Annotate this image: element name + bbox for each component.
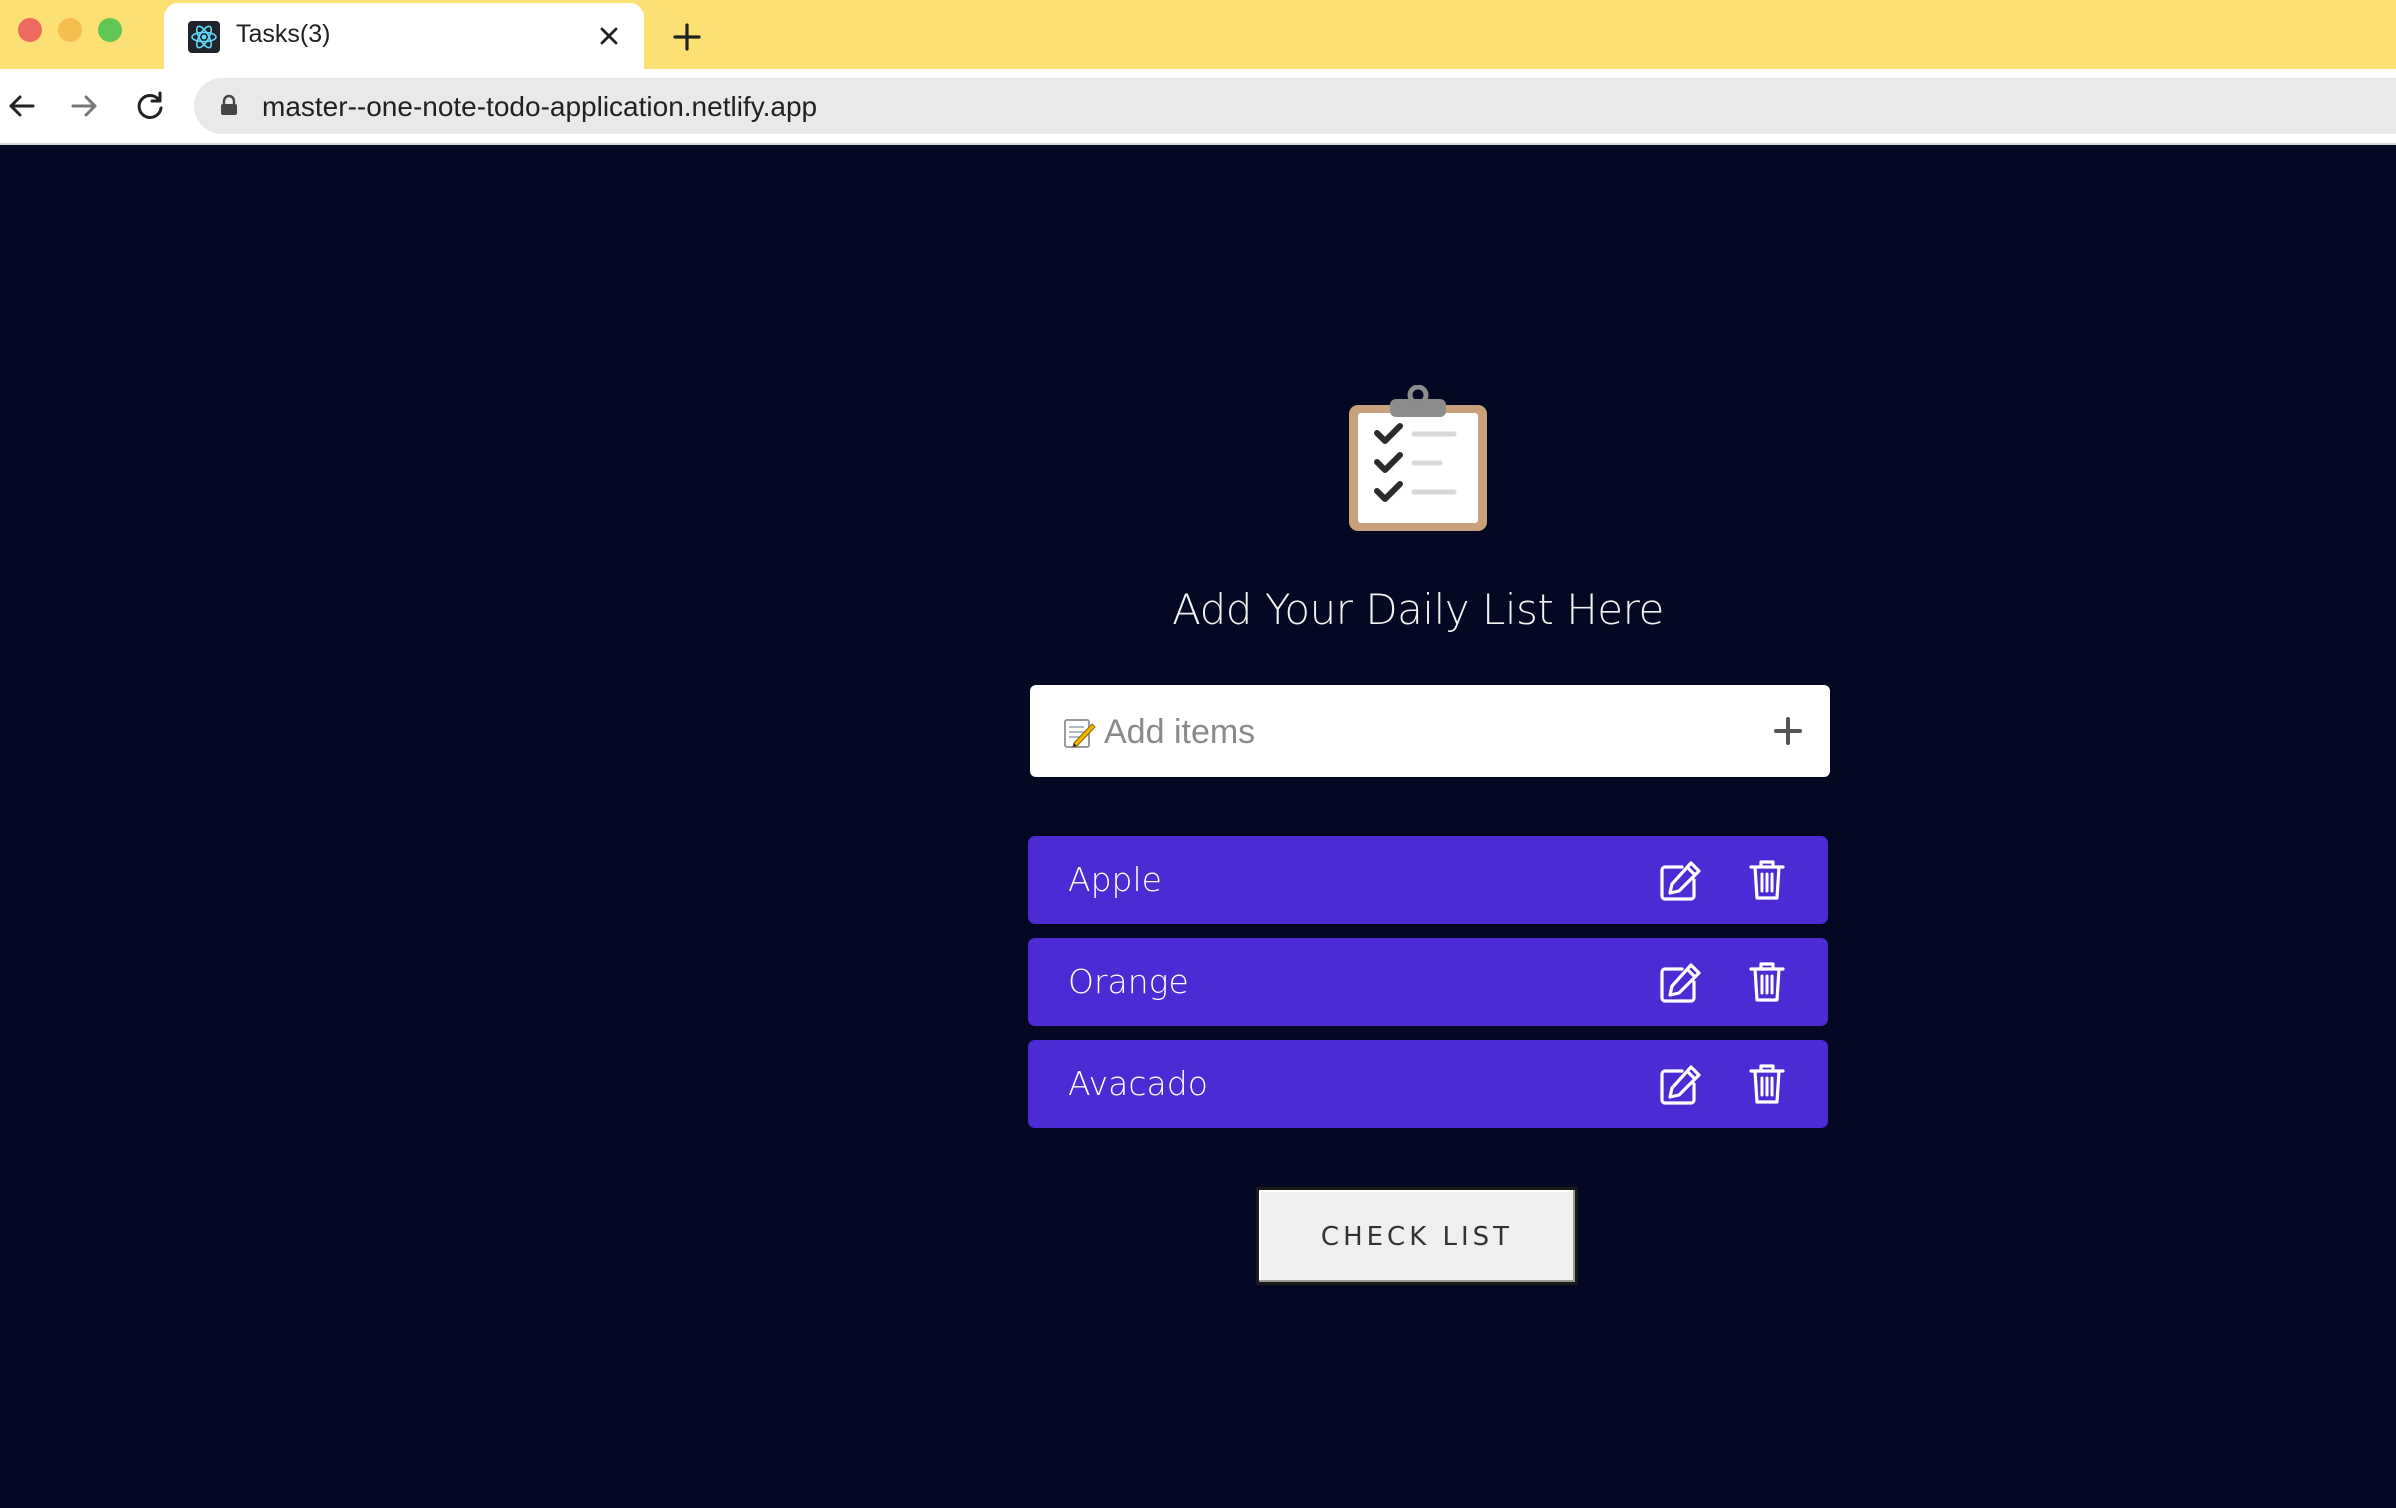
back-arrow-icon[interactable] — [4, 89, 38, 123]
todo-app: Add Your Daily List Here Apple — [0, 145, 2396, 1508]
edit-icon[interactable] — [1658, 860, 1702, 902]
list-item-label: Apple — [1068, 860, 1162, 899]
url-bar[interactable]: master--one-note-todo-application.netlif… — [194, 78, 2396, 134]
browser-tab[interactable]: Tasks(3) — [164, 3, 644, 69]
lock-icon — [221, 94, 237, 115]
reload-icon[interactable] — [133, 89, 167, 123]
forward-arrow-icon[interactable] — [68, 89, 102, 123]
trash-icon[interactable] — [1748, 1062, 1786, 1106]
trash-icon[interactable] — [1748, 858, 1786, 902]
list-item: Apple — [1028, 836, 1828, 924]
list-item-label: Avacado — [1068, 1064, 1208, 1103]
address-bar: master--one-note-todo-application.netlif… — [0, 69, 2396, 145]
url-text: master--one-note-todo-application.netlif… — [262, 91, 818, 122]
add-item-input[interactable] — [1102, 705, 1746, 759]
page-heading: Add Your Daily List Here — [1172, 585, 1664, 634]
trash-icon[interactable] — [1748, 960, 1786, 1004]
react-atom-icon — [188, 21, 220, 53]
close-window-button[interactable] — [18, 18, 42, 42]
list-item: Orange — [1028, 938, 1828, 1026]
edit-icon[interactable] — [1658, 962, 1702, 1004]
minimize-window-button[interactable] — [58, 18, 82, 42]
plus-icon[interactable] — [1772, 715, 1804, 747]
check-list-button[interactable]: CHECK LIST — [1256, 1187, 1578, 1285]
new-tab-icon[interactable] — [670, 20, 704, 54]
add-item-field — [1030, 685, 1830, 777]
memo-icon — [1064, 719, 1096, 748]
browser-titlebar: Tasks(3) — [0, 0, 2396, 69]
maximize-window-button[interactable] — [98, 18, 122, 42]
close-tab-icon[interactable] — [596, 23, 622, 49]
edit-icon[interactable] — [1658, 1064, 1702, 1106]
tab-title: Tasks(3) — [236, 20, 331, 48]
list-item-label: Orange — [1068, 962, 1189, 1001]
clipboard-icon — [1349, 385, 1487, 531]
list-item: Avacado — [1028, 1040, 1828, 1128]
